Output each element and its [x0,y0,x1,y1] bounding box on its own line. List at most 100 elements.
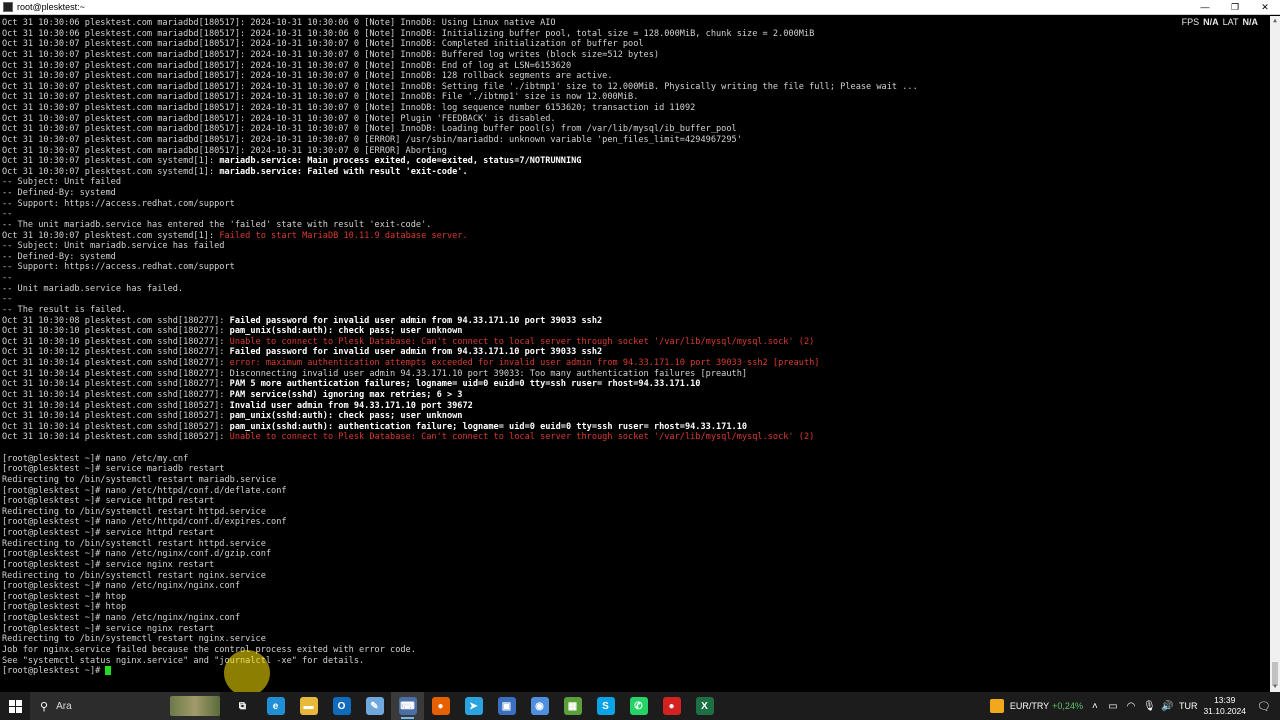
terminal-line: Oct 31 10:30:07 plesktest.com mariadbd[1… [2,135,918,146]
terminal-line-segment: Redirecting to /bin/systemctl restart ma… [2,474,277,485]
terminal-line: -- The result is failed. [2,305,918,316]
terminal-line: -- [2,209,918,220]
clock[interactable]: 13:39 31.10.2024 [1203,695,1246,717]
terminal-scrollbar[interactable]: ▲ ▼ [1270,16,1280,692]
search-icon: ⚲ [40,700,49,713]
currency-change: +0,24% [1052,701,1083,711]
currency-pair: EUR/TRY [1009,701,1050,711]
terminal-line-segment: [root@plesktest ~]# nano /etc/nginx/conf… [2,549,272,560]
taskbar-apps: ⧉ e ▬ O ✎ ⌨ ● ➤ ▣ ◉ ▦ S ✆ ● X [226,692,721,720]
terminal-line-segment: -- [2,209,13,220]
terminal-line-segment: See "systemctl status nginx.service" and… [2,655,365,666]
start-button[interactable] [0,692,30,720]
terminal-line: Oct 31 10:30:07 plesktest.com mariadbd[1… [2,61,918,72]
notification-icon[interactable]: 🗨 [1252,700,1276,713]
terminal-line-segment: Oct 31 10:30:06 plesktest.com mariadbd[1… [2,28,815,39]
terminal-line: -- Subject: Unit failed [2,177,918,188]
taskbar-app-button[interactable]: ▬ [292,692,325,720]
terminal-line: Oct 31 10:30:07 plesktest.com mariadbd[1… [2,114,918,125]
terminal-line-segment: Oct 31 10:30:07 plesktest.com mariadbd[1… [2,39,644,50]
maximize-button[interactable]: ❐ [1220,0,1250,15]
minimize-button[interactable]: — [1190,0,1220,15]
taskbar-app-button[interactable]: ✆ [622,692,655,720]
terminal-line-segment: pam_unix(sshd:auth): check pass; user un… [229,411,463,422]
terminal-line: -- The unit mariadb.service has entered … [2,220,918,231]
terminal-line: [root@plesktest ~]# htop [2,602,918,613]
terminal-line: [root@plesktest ~]# nano /etc/nginx/conf… [2,549,918,560]
chevron-up-icon[interactable]: ˄ [1089,701,1101,712]
input-language[interactable]: TUR [1179,701,1198,711]
search-highlight-image [170,696,220,716]
close-button[interactable]: ✕ [1250,0,1280,15]
taskbar-app-button[interactable]: ⧉ [226,692,259,720]
lat-value: N/A [1242,17,1259,27]
terminal-line-segment: Oct 31 10:30:08 plesktest.com sshd[18027… [2,315,230,326]
taskbar-app-button[interactable]: ✎ [358,692,391,720]
market-widget-icon[interactable] [989,699,1004,713]
terminal-line-segment: pam_unix(sshd:auth): check pass; user un… [229,326,463,337]
terminal-line-segment: Failed to start MariaDB 10.11.9 database… [219,230,468,241]
terminal-line: See "systemctl status nginx.service" and… [2,656,918,667]
terminal-line-segment: mariadb.service: Failed with result 'exi… [219,166,468,177]
terminal-line: Oct 31 10:30:14 plesktest.com sshd[18027… [2,358,918,369]
terminal-line-segment: mariadb.service: Main process exited, co… [219,156,582,167]
terminal-line-segment: Oct 31 10:30:06 plesktest.com mariadbd[1… [2,18,556,28]
notepad-icon: ✎ [365,697,384,715]
file-explorer-icon: ▬ [299,697,318,715]
terminal-cursor [105,666,112,676]
taskbar-app-button[interactable]: ● [655,692,688,720]
terminal-line-segment: Oct 31 10:30:07 plesktest.com mariadbd[1… [2,134,742,145]
currency-widget[interactable]: EUR/TRY +0,24% [1010,701,1083,711]
terminal-line: [root@plesktest ~]# nano /etc/httpd/conf… [2,486,918,497]
network-icon[interactable]: ▭ [1107,701,1119,712]
terminal-line: -- [2,273,918,284]
volume-icon[interactable]: 🔊 [1161,701,1173,712]
terminal-line-segment: Oct 31 10:30:10 plesktest.com sshd[18027… [2,326,230,337]
taskbar-search-box[interactable]: ⚲ Ara [30,692,220,720]
terminal-line: Oct 31 10:30:14 plesktest.com sshd[18052… [2,411,918,422]
scroll-down-arrow-icon[interactable]: ▼ [1270,682,1280,692]
taskbar-app-button[interactable]: ◉ [523,692,556,720]
terminal-line-segment: Oct 31 10:30:14 plesktest.com sshd[18052… [2,411,230,422]
taskbar-app-button[interactable]: S [589,692,622,720]
taskbar-app-button[interactable]: O [325,692,358,720]
taskbar-app-button[interactable]: ▣ [490,692,523,720]
taskbar-app-button[interactable]: ● [424,692,457,720]
taskbar-app-button[interactable]: ➤ [457,692,490,720]
taskbar-app-button[interactable]: ▦ [556,692,589,720]
mouse-cursor-highlight [224,650,270,696]
taskbar-app-button[interactable]: ⌨ [391,692,424,720]
terminal-line: Redirecting to /bin/systemctl restart ht… [2,539,918,550]
window-titlebar[interactable]: root@plesktest:~ — ❐ ✕ [0,0,1280,15]
terminal-line-segment: Redirecting to /bin/systemctl restart ng… [2,570,266,581]
terminal-line-segment: [root@plesktest ~]# nano /etc/nginx/ngin… [2,613,240,623]
terminal-line: [root@plesktest ~]# nano /etc/httpd/conf… [2,517,918,528]
microphone-icon[interactable]: 🎙 [1143,701,1156,712]
terminal-line-segment: -- Defined-By: systemd [2,251,116,262]
terminal-line-segment: Oct 31 10:30:12 plesktest.com sshd[18027… [2,347,230,358]
task-view-icon: ⧉ [233,697,252,715]
terminal-line: Oct 31 10:30:14 plesktest.com sshd[18052… [2,422,918,433]
terminal-line-segment: Invalid user admin from 94.33.171.10 por… [229,400,473,411]
skype-icon: S [596,697,615,715]
terminal-line-segment: Failed password for invalid user admin f… [229,347,603,358]
taskbar-app-button[interactable]: X [688,692,721,720]
terminal-line-segment: Unable to connect to Plesk Database: Can… [229,336,815,347]
terminal-line-segment: Oct 31 10:30:14 plesktest.com sshd[18027… [2,389,230,400]
terminal-prompt-line[interactable]: [root@plesktest ~]# [2,666,918,677]
scroll-up-arrow-icon[interactable]: ▲ [1270,16,1280,26]
terminal-output[interactable]: Oct 31 10:30:06 plesktest.com mariadbd[1… [0,16,1270,692]
search-placeholder: Ara [56,700,72,712]
terminal-line: Oct 31 10:30:14 plesktest.com sshd[18027… [2,390,918,401]
terminal-line-segment: Oct 31 10:30:07 plesktest.com systemd[1]… [2,166,220,177]
terminal-line-segment: Oct 31 10:30:07 plesktest.com mariadbd[1… [2,113,556,124]
terminal-line: Oct 31 10:30:10 plesktest.com sshd[18027… [2,337,918,348]
terminal-line-segment: Job for nginx.service failed because the… [2,644,416,655]
taskbar-app-button[interactable]: e [259,692,292,720]
terminal-line-segment: Oct 31 10:30:07 plesktest.com systemd[1]… [2,230,220,241]
terminal-line: Oct 31 10:30:07 plesktest.com mariadbd[1… [2,71,918,82]
terminal-line: Oct 31 10:30:07 plesktest.com mariadbd[1… [2,92,918,103]
terminal-line-segment: Oct 31 10:30:14 plesktest.com sshd[18052… [2,432,230,443]
wifi-icon[interactable]: ◠ [1125,701,1137,712]
terminal-line: -- Defined-By: systemd [2,188,918,199]
